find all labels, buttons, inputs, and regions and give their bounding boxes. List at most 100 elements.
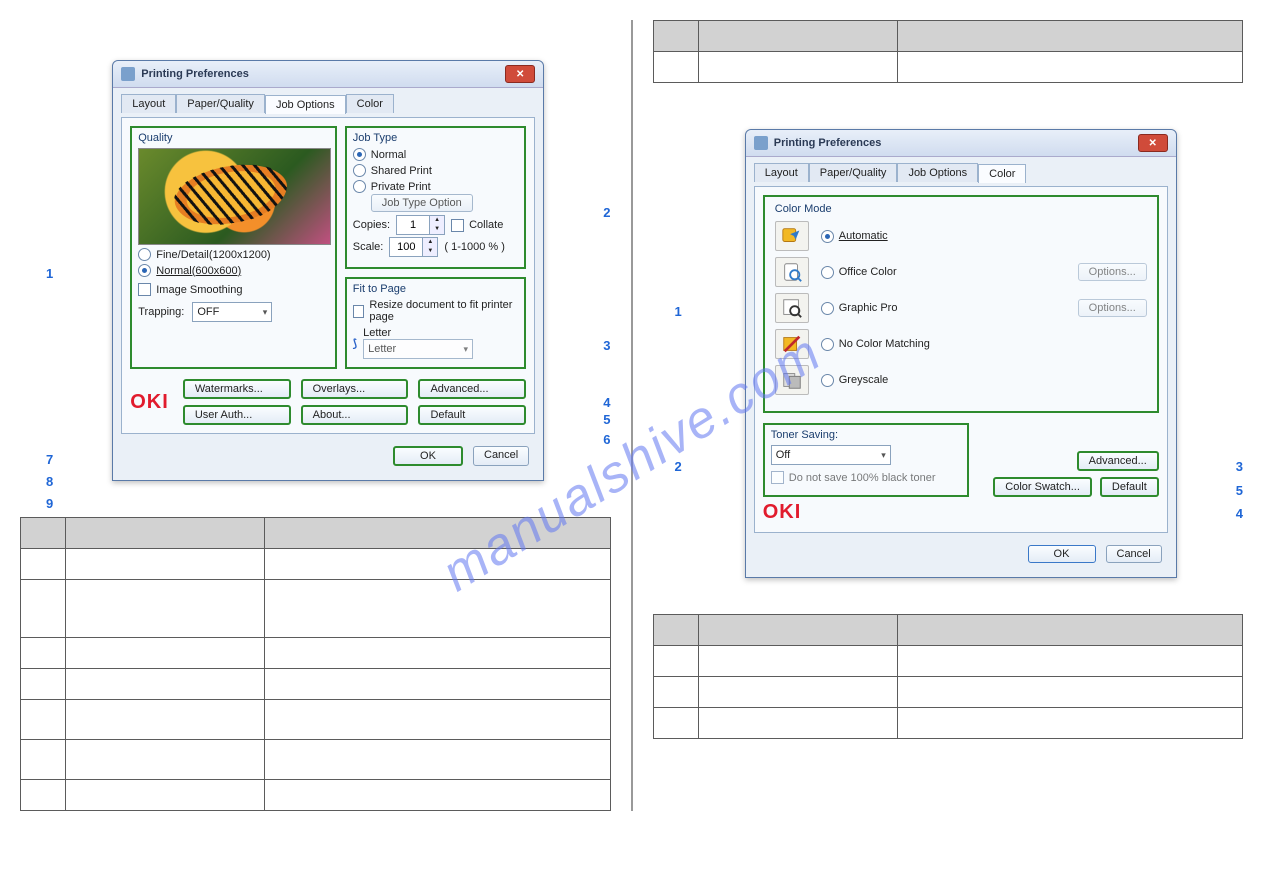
callout-4: 4	[603, 395, 610, 410]
left-column: Printing Preferences ✕ Layout Paper/Qual…	[20, 20, 611, 811]
right-top-table	[653, 20, 1244, 83]
watermarks-button[interactable]: Watermarks...	[183, 379, 291, 399]
ok-button[interactable]: OK	[1028, 545, 1096, 563]
left-table	[20, 517, 611, 811]
callout-3: 3	[1236, 459, 1243, 474]
oki-logo: OKI	[763, 501, 802, 523]
color-mode-group: Color Mode Automatic	[763, 195, 1159, 413]
callout-3: 3	[603, 338, 610, 353]
tab-job-options[interactable]: Job Options	[897, 163, 978, 182]
ok-button[interactable]: OK	[393, 446, 463, 466]
radio-graphic-pro[interactable]: Graphic Pro	[821, 302, 898, 315]
letter-label: Letter	[363, 327, 518, 339]
tab-color[interactable]: Color	[346, 94, 394, 113]
window-body: Layout Paper/Quality Job Options Color Q…	[113, 88, 543, 480]
check-black-toner[interactable]: Do not save 100% black toner	[771, 471, 961, 484]
right-column: Printing Preferences ✕ Layout Paper/Qual…	[653, 20, 1244, 811]
color-swatch-button[interactable]: Color Swatch...	[993, 477, 1092, 497]
tab-job-options[interactable]: Job Options	[265, 95, 346, 114]
cancel-button[interactable]: Cancel	[1106, 545, 1162, 563]
automatic-icon	[775, 221, 809, 251]
close-button[interactable]: ✕	[1138, 134, 1168, 152]
quality-group: Quality Fine/Detail(1200x1200) Normal(60…	[130, 126, 337, 369]
radio-office-color[interactable]: Office Color	[821, 266, 897, 279]
tabs: Layout Paper/Quality Job Options Color	[754, 163, 1168, 182]
tab-content: Quality Fine/Detail(1200x1200) Normal(60…	[121, 117, 535, 434]
fit-title: Fit to Page	[353, 283, 518, 295]
check-image-smoothing[interactable]: Image Smoothing	[138, 283, 329, 296]
graphic-pro-icon	[775, 293, 809, 323]
radio-jobtype-shared[interactable]: Shared Print	[353, 164, 518, 177]
toner-saving-group: Toner Saving: Off▾ Do not save 100% blac…	[763, 423, 969, 497]
radio-no-color-matching[interactable]: No Color Matching	[821, 338, 930, 351]
window-icon	[754, 136, 768, 150]
graphic-options-button[interactable]: Options...	[1078, 299, 1147, 317]
left-figure: Printing Preferences ✕ Layout Paper/Qual…	[20, 20, 611, 501]
copies-label: Copies:	[353, 219, 390, 231]
tabs: Layout Paper/Quality Job Options Color	[121, 94, 535, 113]
check-resize-document[interactable]: Resize document to fit printer page	[353, 299, 518, 323]
check-collate[interactable]: Collate	[451, 219, 503, 232]
callout-9: 9	[46, 496, 53, 511]
page: Printing Preferences ✕ Layout Paper/Qual…	[20, 20, 1243, 811]
about-button[interactable]: About...	[301, 405, 409, 425]
radio-jobtype-normal[interactable]: Normal	[353, 148, 518, 161]
butterfly-preview-image	[138, 148, 331, 245]
greyscale-icon	[775, 365, 809, 395]
color-mode-title: Color Mode	[775, 203, 1147, 215]
radio-normal-600[interactable]: Normal(600x600)	[138, 264, 329, 277]
right-bottom-table	[653, 614, 1244, 739]
advanced-button[interactable]: Advanced...	[1077, 451, 1159, 471]
oki-logo: OKI	[130, 391, 169, 414]
no-color-matching-icon	[775, 329, 809, 359]
quality-title: Quality	[138, 132, 329, 144]
jobtype-title: Job Type	[353, 132, 518, 144]
radio-fine-detail[interactable]: Fine/Detail(1200x1200)	[138, 248, 329, 261]
copies-spinner[interactable]: ▲▼	[396, 215, 445, 235]
trapping-label: Trapping:	[138, 306, 184, 318]
trapping-dropdown[interactable]: OFF▾	[192, 302, 272, 322]
callout-6: 6	[603, 432, 610, 447]
tab-layout[interactable]: Layout	[121, 94, 176, 113]
callout-5: 5	[603, 412, 610, 427]
callout-4: 4	[1236, 506, 1243, 521]
close-button[interactable]: ✕	[505, 65, 535, 83]
tab-color[interactable]: Color	[978, 164, 1026, 183]
callout-1: 1	[675, 304, 682, 319]
jobtype-option-button[interactable]: Job Type Option	[371, 194, 473, 212]
scale-label: Scale:	[353, 241, 384, 253]
jobtype-group: Job Type Normal Shared Print Private Pri…	[345, 126, 526, 269]
overlays-button[interactable]: Overlays...	[301, 379, 409, 399]
tab-layout[interactable]: Layout	[754, 163, 809, 182]
callout-5: 5	[1236, 483, 1243, 498]
toner-title: Toner Saving:	[771, 429, 961, 441]
radio-automatic[interactable]: Automatic	[821, 230, 888, 243]
tab-paper-quality[interactable]: Paper/Quality	[809, 163, 898, 182]
column-divider	[631, 20, 633, 811]
scale-range: ( 1-1000 % )	[444, 241, 505, 253]
callout-7: 7	[46, 452, 53, 467]
callout-2: 2	[603, 205, 610, 220]
default-button[interactable]: Default	[418, 405, 526, 425]
callout-2: 2	[675, 459, 682, 474]
cancel-button[interactable]: Cancel	[473, 446, 529, 466]
default-button[interactable]: Default	[1100, 477, 1159, 497]
advanced-button[interactable]: Advanced...	[418, 379, 526, 399]
callout-1: 1	[46, 266, 53, 281]
window-title: Printing Preferences	[774, 137, 1132, 149]
office-color-icon	[775, 257, 809, 287]
window-title: Printing Preferences	[141, 68, 499, 80]
tab-paper-quality[interactable]: Paper/Quality	[176, 94, 265, 113]
radio-jobtype-private[interactable]: Private Print	[353, 180, 518, 193]
scale-spinner[interactable]: ▲▼	[389, 237, 438, 257]
radio-greyscale[interactable]: Greyscale	[821, 374, 889, 387]
office-options-button[interactable]: Options...	[1078, 263, 1147, 281]
fit-to-page-group: Fit to Page Resize document to fit print…	[345, 277, 526, 369]
user-auth-button[interactable]: User Auth...	[183, 405, 291, 425]
pagesize-dropdown[interactable]: Letter▾	[363, 339, 473, 359]
printing-preferences-window-right: Printing Preferences ✕ Layout Paper/Qual…	[745, 129, 1177, 578]
right-figure: Printing Preferences ✕ Layout Paper/Qual…	[653, 99, 1244, 598]
titlebar: Printing Preferences ✕	[746, 130, 1176, 157]
toner-dropdown[interactable]: Off▾	[771, 445, 891, 465]
window-body: Layout Paper/Quality Job Options Color C…	[746, 157, 1176, 577]
